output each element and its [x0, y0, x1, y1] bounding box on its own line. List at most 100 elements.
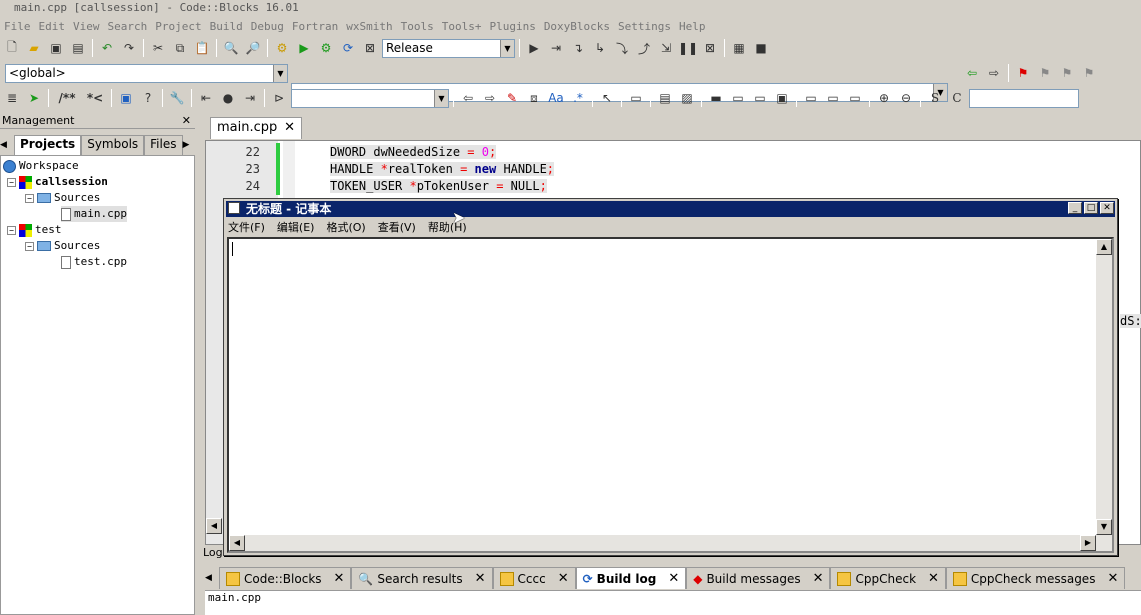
- redo-icon[interactable]: ↷: [119, 38, 139, 58]
- build-gear-icon[interactable]: ⚙: [272, 38, 292, 58]
- next-instruction-icon[interactable]: ↳: [590, 38, 610, 58]
- menu-project[interactable]: Project: [151, 20, 205, 33]
- bookmark-clear-icon[interactable]: ⚑: [1079, 63, 1099, 83]
- dot-icon[interactable]: ●: [218, 88, 238, 108]
- log-tab-build-messages[interactable]: ◆ Build messages ✕: [686, 567, 831, 589]
- run-to-cursor-icon[interactable]: ⇥: [546, 38, 566, 58]
- tree-project-test[interactable]: − test: [7, 222, 62, 238]
- menu-doxyblocks[interactable]: DoxyBlocks: [540, 20, 614, 33]
- menu-edit[interactable]: Edit: [35, 20, 70, 33]
- log-tab-search-results[interactable]: 🔍 Search results ✕: [351, 567, 493, 589]
- tab-scroll-left-icon[interactable]: ◀: [205, 573, 219, 583]
- pointer-icon[interactable]: ↖: [597, 88, 617, 108]
- close-icon[interactable]: ✕: [334, 571, 345, 586]
- notepad-title-bar[interactable]: 无标题 - 记事本: [226, 201, 1115, 217]
- s-icon[interactable]: S: [925, 88, 945, 108]
- misc-input[interactable]: [969, 88, 1079, 108]
- abort-icon[interactable]: ⊠: [360, 38, 380, 58]
- close-icon[interactable]: ✕: [182, 113, 191, 129]
- doxy-line-comment-button[interactable]: *<: [83, 88, 107, 108]
- arrow-icon[interactable]: ➤: [24, 88, 44, 108]
- close-icon[interactable]: ✕: [813, 571, 824, 586]
- chevron-down-icon[interactable]: ▼: [500, 39, 514, 57]
- collapse-icon[interactable]: −: [25, 241, 34, 251]
- debug-windows-icon[interactable]: ▦: [729, 38, 749, 58]
- tab-projects[interactable]: Projects: [14, 135, 82, 155]
- notepad-menu-file[interactable]: 文件(F): [228, 219, 265, 235]
- widget-button-icon[interactable]: ▬: [706, 88, 726, 108]
- maximize-button[interactable]: □: [1084, 202, 1098, 214]
- regex-icon[interactable]: .*: [568, 88, 588, 108]
- scroll-left-icon[interactable]: ◀: [206, 518, 222, 534]
- bookmark-next-icon[interactable]: ⚑: [1057, 63, 1077, 83]
- scroll-left-icon[interactable]: ◀: [229, 535, 245, 551]
- wrench-icon[interactable]: 🔧: [167, 88, 187, 108]
- log-tab-cccc[interactable]: Cccc ✕: [492, 567, 576, 589]
- tree-file-main-cpp[interactable]: main.cpp: [61, 206, 127, 222]
- highlight-icon[interactable]: ✎: [502, 88, 522, 108]
- scroll-up-icon[interactable]: ▲: [1096, 239, 1112, 255]
- chevron-down-icon[interactable]: ▼: [273, 65, 287, 82]
- tree-sources-folder[interactable]: − Sources: [25, 238, 100, 254]
- replace-icon[interactable]: 🔎: [243, 38, 263, 58]
- notepad-menu-edit[interactable]: 编辑(E): [277, 219, 315, 235]
- close-icon[interactable]: ✕: [475, 571, 486, 586]
- help-icon[interactable]: ?: [138, 88, 158, 108]
- find-icon[interactable]: 🔍: [221, 38, 241, 58]
- menu-fortran[interactable]: Fortran: [288, 20, 342, 33]
- paste-icon[interactable]: 📋: [192, 38, 212, 58]
- scroll-down-icon[interactable]: ▼: [1096, 519, 1112, 535]
- close-button[interactable]: ✕: [1100, 202, 1114, 214]
- debug-run-icon[interactable]: ▶: [524, 38, 544, 58]
- menu-search[interactable]: Search: [104, 20, 152, 33]
- undo-icon[interactable]: ↶: [97, 38, 117, 58]
- step-out-icon[interactable]: ⤴: [634, 38, 654, 58]
- tree-sources-folder[interactable]: − Sources: [25, 190, 100, 206]
- nav-last-icon[interactable]: ⇥: [240, 88, 260, 108]
- arrow-right-icon[interactable]: ⇨: [480, 88, 500, 108]
- log-tab-build-log[interactable]: ⟳ Build log ✕: [575, 567, 687, 589]
- log-tab-codeblocks[interactable]: Code::Blocks ✕: [219, 567, 352, 589]
- widget-box-icon[interactable]: ▤: [655, 88, 675, 108]
- close-icon[interactable]: ✕: [928, 571, 939, 586]
- collapse-icon[interactable]: −: [7, 177, 16, 187]
- menu-help[interactable]: Help: [675, 20, 710, 33]
- scope-select[interactable]: <global> ▼: [5, 64, 288, 83]
- incremental-search-select[interactable]: ▼: [291, 88, 449, 108]
- notepad-text-area[interactable]: ▲ ▼ ◀ ▶: [227, 237, 1114, 553]
- tab-files[interactable]: Files: [144, 135, 183, 155]
- zoom-in-icon[interactable]: ⊕: [874, 88, 894, 108]
- close-icon[interactable]: ✕: [668, 571, 679, 586]
- horizontal-scrollbar[interactable]: ◀ ▶: [229, 535, 1096, 551]
- menu-settings[interactable]: Settings: [614, 20, 675, 33]
- open-icon[interactable]: ▰: [24, 38, 44, 58]
- new-file-icon[interactable]: 🗋: [2, 38, 22, 58]
- widget-panel-icon[interactable]: ▭: [626, 88, 646, 108]
- arrow-left-icon[interactable]: ⇦: [458, 88, 478, 108]
- cut-icon[interactable]: ✂: [148, 38, 168, 58]
- build-log-output[interactable]: main.cpp: [205, 590, 1141, 615]
- build-run-icon[interactable]: ⚙: [316, 38, 336, 58]
- zoom-out-icon[interactable]: ⊖: [896, 88, 916, 108]
- jump-back-icon[interactable]: ⇦: [962, 63, 982, 83]
- tree-file-test-cpp[interactable]: test.cpp: [61, 254, 127, 270]
- bookmark-prev-icon[interactable]: ⚑: [1035, 63, 1055, 83]
- notepad-menu-view[interactable]: 查看(V): [378, 219, 416, 235]
- menu-tools[interactable]: Tools: [397, 20, 438, 33]
- jump-forward-icon[interactable]: ⇨: [984, 63, 1004, 83]
- tab-scroll-left-icon[interactable]: ◀: [0, 135, 14, 155]
- collapse-icon[interactable]: −: [25, 193, 34, 203]
- pause-icon[interactable]: ❚❚: [678, 38, 698, 58]
- step-into-icon[interactable]: ⤵: [612, 38, 632, 58]
- tab-scroll-right-icon[interactable]: ▶: [183, 135, 190, 155]
- close-icon[interactable]: ✕: [284, 118, 295, 138]
- tab-symbols[interactable]: Symbols: [81, 135, 145, 155]
- bookmark-toggle-icon[interactable]: ⚑: [1013, 63, 1033, 83]
- menu-build[interactable]: Build: [206, 20, 247, 33]
- doxywizard-icon[interactable]: ▣: [116, 88, 136, 108]
- nav-first-icon[interactable]: ⇤: [196, 88, 216, 108]
- menu-file[interactable]: File: [0, 20, 35, 33]
- close-icon[interactable]: ✕: [558, 571, 569, 586]
- run-icon[interactable]: ▶: [294, 38, 314, 58]
- widget-static-icon[interactable]: ▨: [677, 88, 697, 108]
